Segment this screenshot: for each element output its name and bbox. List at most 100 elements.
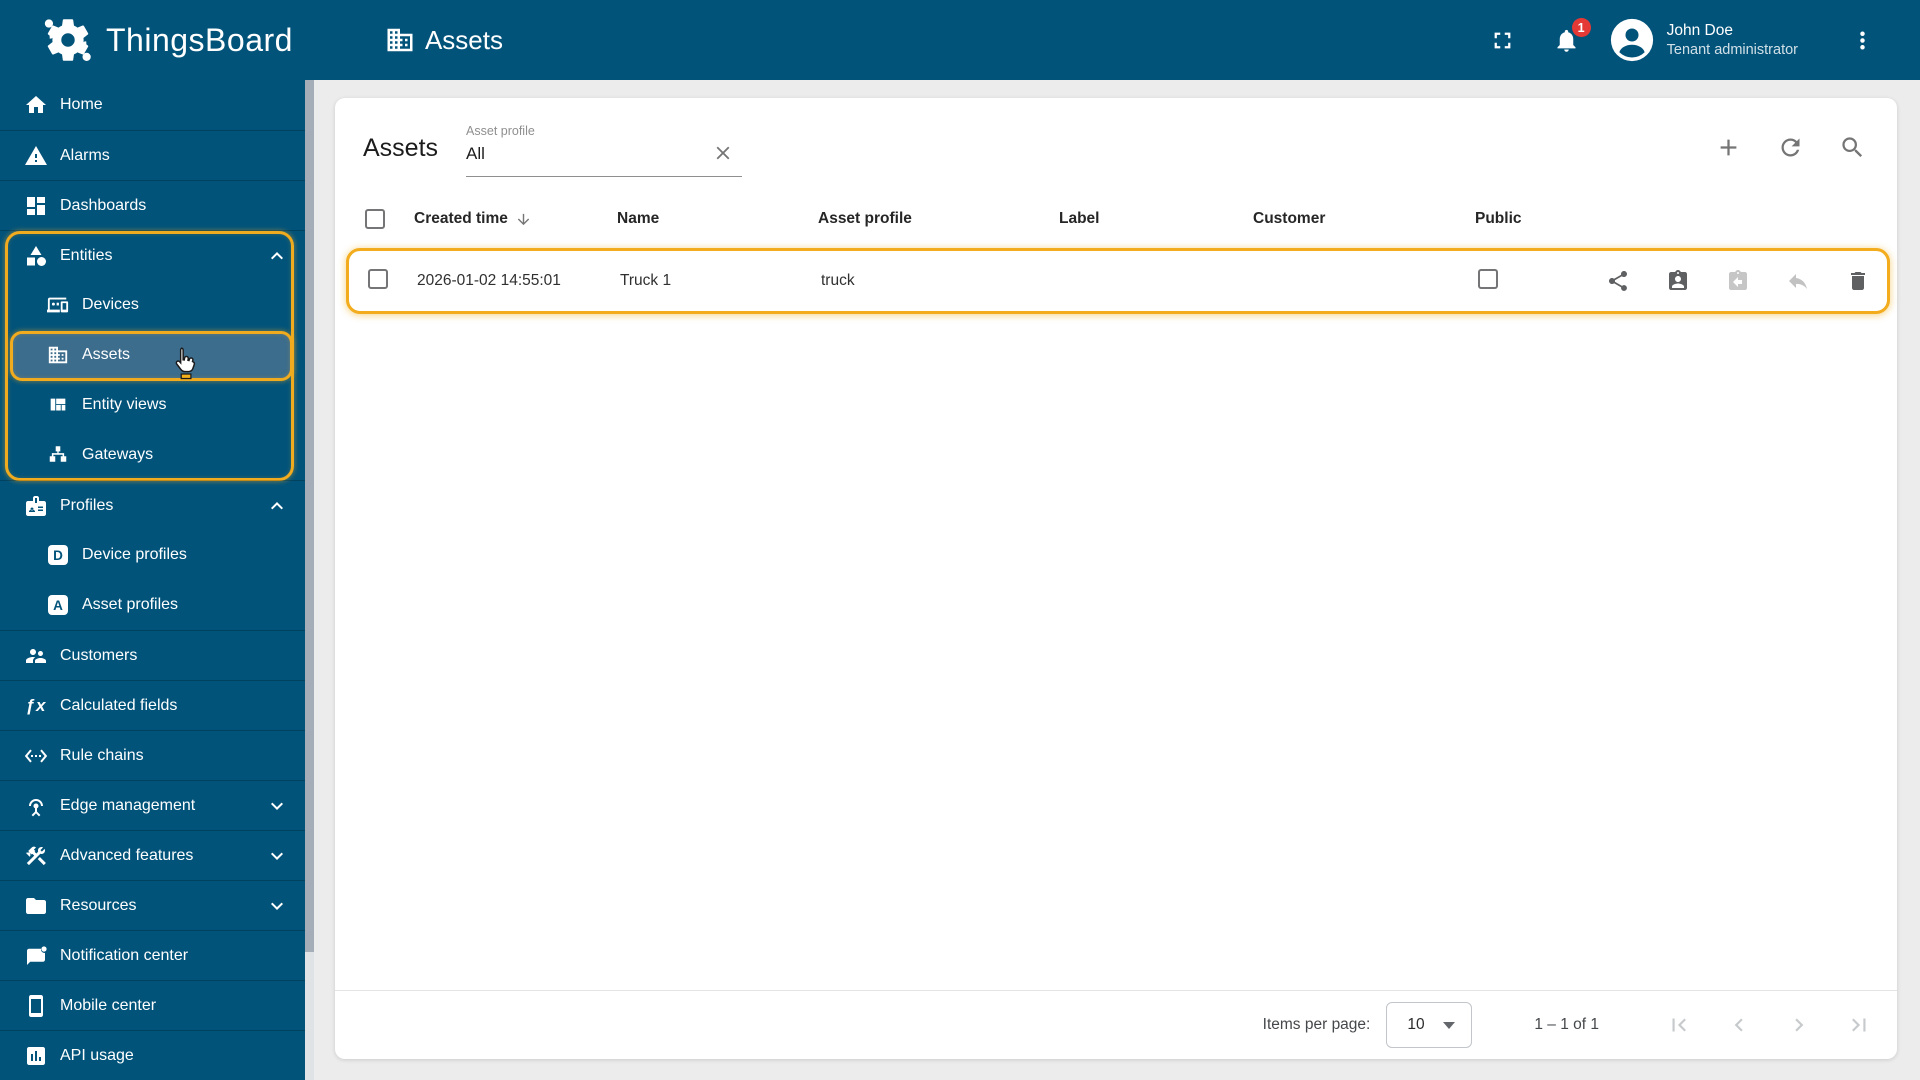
top-bar-actions: 1 John Doe Tenant administrator	[1483, 17, 1920, 63]
share-icon	[1609, 271, 1627, 291]
column-header-name[interactable]: Name	[617, 210, 818, 228]
chevron-right-icon	[1795, 1018, 1804, 1032]
make-public-button[interactable]	[1606, 269, 1630, 293]
refresh-button[interactable]	[1777, 134, 1805, 162]
chevron-down-icon	[265, 894, 289, 918]
sidebar-item-calculated-fields[interactable]: ƒx Calculated fields	[0, 680, 305, 730]
entities-icon	[24, 244, 48, 268]
select-all-checkbox[interactable]	[365, 209, 385, 229]
next-page-button	[1779, 1005, 1819, 1045]
clear-filter-button[interactable]	[712, 142, 736, 166]
sidebar-item-gateways[interactable]: Gateways	[0, 430, 305, 480]
last-page-icon	[1852, 1018, 1866, 1032]
user-avatar[interactable]	[1609, 17, 1655, 63]
column-header-asset-profile[interactable]: Asset profile	[818, 210, 1059, 228]
asset-profile-filter-label: Asset profile	[466, 123, 535, 138]
items-per-page-label: Items per page:	[1262, 1016, 1371, 1033]
assets-icon	[46, 343, 70, 367]
column-header-public[interactable]: Public	[1475, 210, 1590, 228]
entity-views-icon	[46, 393, 70, 417]
calculated-fields-icon: ƒx	[25, 695, 47, 715]
sidebar-item-dashboards[interactable]: Dashboards	[0, 180, 305, 230]
table-row[interactable]: 2026-01-02 14:55:01 Truck 1 truck	[346, 248, 1890, 314]
make-private-button-disabled	[1786, 269, 1810, 293]
table-header-bar: Assets Asset profile All	[335, 98, 1897, 198]
asset-profile-filter[interactable]: Asset profile All	[466, 120, 743, 177]
sidebar-item-notification-center[interactable]: Notification center	[0, 930, 305, 980]
pagination-bar: Items per page: 10 1 – 1 of 1	[335, 990, 1897, 1059]
public-checkbox[interactable]	[1478, 268, 1498, 289]
close-icon	[716, 146, 730, 159]
thingsboard-logo-icon	[44, 19, 91, 62]
gateways-icon	[46, 443, 70, 467]
sidebar-item-asset-profiles[interactable]: A Asset profiles	[0, 580, 305, 630]
caret-down-icon	[1442, 1021, 1455, 1029]
sidebar-item-assets[interactable]: Assets	[0, 330, 305, 380]
sidebar-item-api-usage[interactable]: API usage	[0, 1030, 305, 1080]
refresh-icon	[1781, 138, 1800, 157]
cell-name: Truck 1	[620, 272, 672, 289]
table-header-row: Created time Name Asset profile Label Cu…	[335, 198, 1897, 240]
table-title: Assets	[363, 133, 439, 162]
sidebar-item-alarms[interactable]: Alarms	[0, 130, 305, 180]
dashboards-icon	[24, 194, 48, 218]
first-page-icon	[1672, 1018, 1686, 1032]
assets-table-card: Assets Asset profile All Created time Na…	[335, 98, 1897, 1059]
fullscreen-button[interactable]	[1483, 20, 1523, 60]
trash-icon	[1851, 272, 1865, 290]
row-checkbox[interactable]	[368, 268, 388, 289]
sidebar-item-edge-management[interactable]: Edge management	[0, 780, 305, 830]
last-page-button	[1839, 1005, 1879, 1045]
sort-descending-icon	[517, 213, 530, 225]
chevron-up-icon	[265, 494, 289, 518]
sidebar-item-profiles[interactable]: Profiles	[0, 480, 305, 530]
sidebar-scrollbar-thumb[interactable]	[305, 80, 314, 952]
more-vert-icon	[1859, 31, 1865, 49]
user-info[interactable]: John Doe Tenant administrator	[1667, 21, 1798, 60]
pagination-range: 1 – 1 of 1	[1534, 1016, 1599, 1033]
assignment-return-icon	[1729, 270, 1747, 290]
delete-asset-button[interactable]	[1846, 269, 1870, 293]
search-button[interactable]	[1839, 134, 1867, 162]
mouse-cursor-pointer	[175, 347, 196, 380]
plus-icon	[1720, 139, 1737, 156]
page-size-select[interactable]: 10	[1386, 1002, 1473, 1048]
assign-to-customer-button[interactable]	[1666, 269, 1690, 293]
sidebar-item-home[interactable]: Home	[0, 80, 305, 130]
asset-profiles-icon: A	[46, 593, 70, 617]
sidebar-item-entities[interactable]: Entities	[0, 230, 305, 280]
notifications-button[interactable]: 1	[1547, 18, 1591, 60]
column-header-created-time[interactable]: Created time	[414, 210, 617, 228]
sidebar-item-resources[interactable]: Resources	[0, 880, 305, 930]
sidebar-scrollbar[interactable]	[305, 80, 314, 1080]
pager-controls	[1639, 1005, 1879, 1045]
profiles-icon	[24, 494, 48, 518]
notification-center-icon	[24, 944, 48, 968]
asset-profile-filter-value: All	[466, 143, 485, 163]
sidebar-item-devices[interactable]: Devices	[0, 280, 305, 330]
resources-icon	[24, 894, 48, 918]
sidebar-item-device-profiles[interactable]: D Device profiles	[0, 530, 305, 580]
chevron-down-icon	[265, 794, 289, 818]
thingsboard-logo[interactable]: ThingsBoard	[42, 14, 293, 66]
more-menu-button[interactable]	[1842, 20, 1882, 60]
column-header-label[interactable]: Label	[1059, 210, 1253, 228]
sidebar-item-rule-chains[interactable]: Rule chains	[0, 730, 305, 780]
sidebar-item-advanced-features[interactable]: Advanced features	[0, 830, 305, 880]
edge-management-icon	[24, 794, 48, 818]
alarms-icon	[24, 144, 48, 168]
top-bar: ThingsBoard Assets 1 John Doe Tenant adm…	[0, 0, 1920, 80]
search-icon	[1842, 137, 1863, 158]
page-header: Assets	[385, 25, 503, 56]
sidebar-item-mobile-center[interactable]: Mobile center	[0, 980, 305, 1030]
column-header-customer[interactable]: Customer	[1253, 210, 1475, 228]
add-asset-button[interactable]	[1715, 134, 1743, 162]
fullscreen-icon	[1494, 32, 1511, 48]
sidebar-item-customers[interactable]: Customers	[0, 630, 305, 680]
table-empty-area	[335, 314, 1897, 990]
sidebar-item-entity-views[interactable]: Entity views	[0, 380, 305, 430]
logo-text: ThingsBoard	[106, 21, 293, 58]
reply-arrow-icon	[1789, 274, 1807, 289]
chevron-down-icon	[265, 844, 289, 868]
customers-icon	[24, 644, 48, 668]
